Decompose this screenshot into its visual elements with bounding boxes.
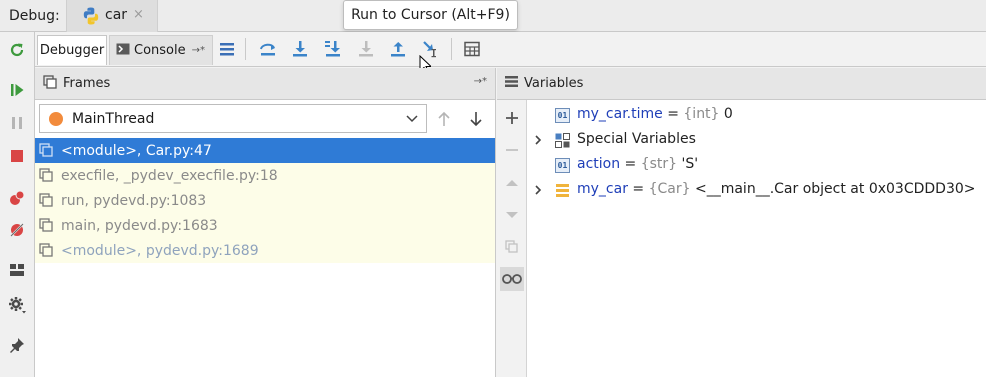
variables-tree: 01 my_car.time = {int} 0 Special Variabl… bbox=[528, 103, 986, 203]
restore-layout-icon[interactable] bbox=[5, 258, 29, 282]
variable-row[interactable]: Special Variables bbox=[528, 128, 986, 153]
chevron-right-icon[interactable] bbox=[532, 134, 544, 150]
stop-icon[interactable] bbox=[5, 144, 29, 168]
duplicate-watch-icon[interactable] bbox=[500, 235, 524, 259]
variable-row[interactable]: 01 action = {str} 'S' bbox=[528, 153, 986, 178]
frames-header: Frames →* bbox=[35, 68, 495, 100]
thread-selector[interactable]: MainThread bbox=[39, 104, 427, 133]
variable-row[interactable]: my_car = {Car} <__main__.Car object at 0… bbox=[528, 178, 986, 203]
stack-frame-icon bbox=[39, 193, 57, 208]
variables-actions-strip bbox=[497, 100, 527, 377]
toolbar-separator bbox=[245, 38, 246, 60]
variable-value: <__main__.Car object at 0x03CDDD30> bbox=[694, 181, 976, 197]
show-execution-point-icon[interactable] bbox=[215, 37, 239, 61]
rerun-icon[interactable] bbox=[5, 38, 29, 62]
object-variable-icon bbox=[555, 183, 570, 198]
frame-list: <module>, Car.py:47 execfile, _pydev_exe… bbox=[35, 138, 495, 263]
frame-label: execfile, _pydev_execfile.py:18 bbox=[61, 167, 278, 184]
debug-actions-strip bbox=[0, 32, 35, 377]
frame-row[interactable]: <module>, pydevd.py:1689 bbox=[35, 238, 495, 263]
pause-icon[interactable] bbox=[5, 111, 29, 135]
variable-name: my_car.time bbox=[577, 106, 663, 122]
mute-breakpoints-icon[interactable] bbox=[5, 218, 29, 242]
step-out-icon[interactable] bbox=[386, 37, 410, 61]
variables-panel: Variables 01 my_car.time = {int} 0 Speci… bbox=[497, 68, 986, 377]
chevron-right-icon[interactable] bbox=[532, 184, 544, 200]
frame-label: <module>, Car.py:47 bbox=[61, 142, 212, 159]
variables-icon bbox=[505, 75, 518, 92]
step-over-icon[interactable] bbox=[256, 37, 280, 61]
evaluate-expression-icon[interactable] bbox=[460, 37, 484, 61]
tab-console[interactable]: Console →* bbox=[109, 35, 213, 65]
previous-frame-up-arrow-icon[interactable] bbox=[433, 108, 455, 130]
variable-equals: = bbox=[627, 181, 649, 197]
python-icon bbox=[81, 6, 101, 30]
stack-frame-icon bbox=[39, 218, 57, 233]
str-variable-icon: 01 bbox=[555, 158, 570, 173]
variable-type: {int} bbox=[683, 106, 724, 122]
variable-equals: = bbox=[620, 156, 641, 172]
frames-pin-icon[interactable]: →* bbox=[474, 76, 487, 87]
variable-type: {str} bbox=[640, 156, 682, 172]
frame-row[interactable]: run, pydevd.py:1083 bbox=[35, 188, 495, 213]
resume-icon[interactable] bbox=[5, 78, 29, 102]
frame-label: <module>, pydevd.py:1689 bbox=[61, 242, 259, 259]
variable-value: 0 bbox=[723, 106, 733, 122]
settings-gear-icon[interactable] bbox=[5, 293, 29, 317]
debug-label: Debug: bbox=[9, 8, 60, 24]
step-into-icon[interactable] bbox=[288, 37, 312, 61]
debug-toolbar: Debugger Console →* bbox=[35, 32, 986, 67]
run-to-cursor-tooltip: Run to Cursor (Alt+F9) bbox=[343, 0, 518, 30]
frames-title: Frames bbox=[63, 76, 111, 91]
frame-row[interactable]: main, pydevd.py:1683 bbox=[35, 213, 495, 238]
close-tab-icon[interactable]: × bbox=[133, 7, 144, 22]
frames-panel: Frames →* MainThread <module>, Car.py:47… bbox=[35, 68, 496, 377]
variables-header: Variables bbox=[497, 68, 986, 100]
console-icon bbox=[116, 42, 130, 60]
special-variables-icon bbox=[555, 133, 570, 148]
tab-debugger-label: Debugger bbox=[39, 43, 105, 58]
variable-row[interactable]: 01 my_car.time = {int} 0 bbox=[528, 103, 986, 128]
add-watch-plus-icon[interactable] bbox=[500, 106, 524, 130]
run-config-tab[interactable]: car × bbox=[66, 0, 158, 32]
variable-name: my_car bbox=[577, 181, 628, 197]
chevron-down-icon bbox=[405, 111, 419, 129]
stack-frame-icon bbox=[39, 243, 57, 258]
move-up-icon[interactable] bbox=[500, 171, 524, 195]
variable-equals: = bbox=[662, 106, 684, 122]
variable-name: Special Variables bbox=[577, 131, 696, 147]
frame-label: main, pydevd.py:1683 bbox=[61, 217, 218, 234]
int-variable-icon: 01 bbox=[555, 108, 570, 123]
variable-type: {Car} bbox=[648, 181, 695, 197]
view-breakpoints-icon[interactable] bbox=[5, 186, 29, 210]
toolbar-separator bbox=[451, 38, 452, 60]
move-down-icon[interactable] bbox=[500, 203, 524, 227]
frames-icon bbox=[43, 74, 57, 93]
step-into-my-code-icon[interactable] bbox=[321, 37, 345, 61]
variable-value: 'S' bbox=[681, 156, 699, 172]
frame-row[interactable]: execfile, _pydev_execfile.py:18 bbox=[35, 163, 495, 188]
frame-label: run, pydevd.py:1083 bbox=[61, 192, 207, 209]
force-step-into-icon[interactable] bbox=[354, 37, 378, 61]
thread-name: MainThread bbox=[72, 110, 155, 127]
show-watches-glasses-icon[interactable] bbox=[500, 267, 524, 291]
stack-frame-icon bbox=[39, 168, 57, 183]
variable-name: action bbox=[577, 156, 621, 172]
remove-watch-minus-icon[interactable] bbox=[500, 138, 524, 162]
stack-frame-icon bbox=[39, 143, 57, 158]
next-frame-down-arrow-icon[interactable] bbox=[465, 108, 487, 130]
console-pin-icon[interactable]: →* bbox=[192, 45, 205, 56]
pin-icon[interactable] bbox=[5, 333, 29, 357]
thread-status-icon bbox=[49, 111, 63, 126]
tab-debugger[interactable]: Debugger bbox=[37, 35, 107, 65]
variables-title: Variables bbox=[524, 76, 584, 91]
frame-row[interactable]: <module>, Car.py:47 bbox=[35, 138, 495, 163]
run-tab-label: car bbox=[105, 7, 128, 23]
tab-console-label: Console bbox=[134, 43, 186, 58]
